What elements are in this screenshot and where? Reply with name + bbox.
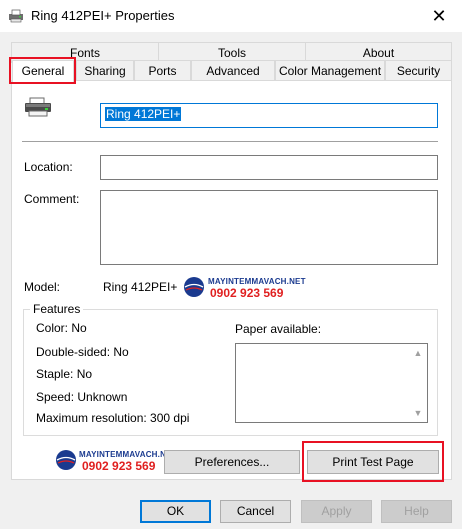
preferences-button[interactable]: Preferences... [164, 450, 300, 474]
printer-title-icon [8, 8, 24, 24]
model-label: Model: [24, 280, 61, 294]
feature-speed: Speed: Unknown [36, 390, 128, 404]
tab-security[interactable]: Security [385, 60, 452, 81]
paper-available-list[interactable]: ▲ ▼ [235, 343, 428, 423]
cancel-button[interactable]: Cancel [220, 500, 291, 523]
tab-general[interactable]: General [12, 60, 74, 82]
print-test-page-button[interactable]: Print Test Page [307, 450, 439, 474]
watermark-phone: 0902 923 569 [82, 459, 156, 473]
window-title: Ring 412PEI+ Properties [31, 8, 175, 23]
printer-name-selection: Ring 412PEI+ [105, 107, 182, 121]
help-button[interactable]: Help [381, 500, 452, 523]
separator-top [22, 141, 438, 142]
tab-sharing[interactable]: Sharing [76, 60, 134, 81]
tab-ports[interactable]: Ports [134, 60, 191, 81]
feature-staple: Staple: No [36, 367, 93, 381]
watermark-globe-icon [56, 450, 76, 470]
location-label: Location: [24, 160, 73, 174]
location-input[interactable] [100, 155, 438, 180]
close-icon: ✕ [431, 5, 447, 26]
features-title: Features [30, 302, 84, 316]
printer-name-input[interactable]: Ring 412PEI+ [100, 103, 438, 128]
apply-button[interactable]: Apply [301, 500, 372, 523]
scroll-up-icon[interactable]: ▲ [411, 346, 425, 360]
tab-color-management[interactable]: Color Management [275, 60, 385, 81]
model-value: Ring 412PEI+ [103, 280, 178, 294]
tab-advanced[interactable]: Advanced [191, 60, 275, 81]
close-button[interactable]: ✕ [416, 0, 462, 32]
comment-label: Comment: [24, 192, 80, 206]
paper-available-label: Paper available: [235, 322, 322, 336]
watermark-phone: 0902 923 569 [210, 286, 284, 300]
watermark-url: MAYINTEMMAVACH.NET [208, 277, 306, 286]
watermark-url: MAYINTEMMAVACH.NET [79, 450, 177, 459]
ok-button[interactable]: OK [140, 500, 211, 523]
printer-icon [24, 97, 54, 122]
comment-textarea[interactable] [100, 190, 438, 265]
watermark-globe-icon [184, 277, 204, 297]
title-bar: Ring 412PEI+ Properties ✕ [0, 0, 462, 32]
feature-color: Color: No [36, 321, 87, 335]
scroll-down-icon[interactable]: ▼ [411, 406, 425, 420]
feature-max-resolution: Maximum resolution: 300 dpi [36, 411, 190, 425]
feature-double-sided: Double-sided: No [36, 345, 129, 359]
